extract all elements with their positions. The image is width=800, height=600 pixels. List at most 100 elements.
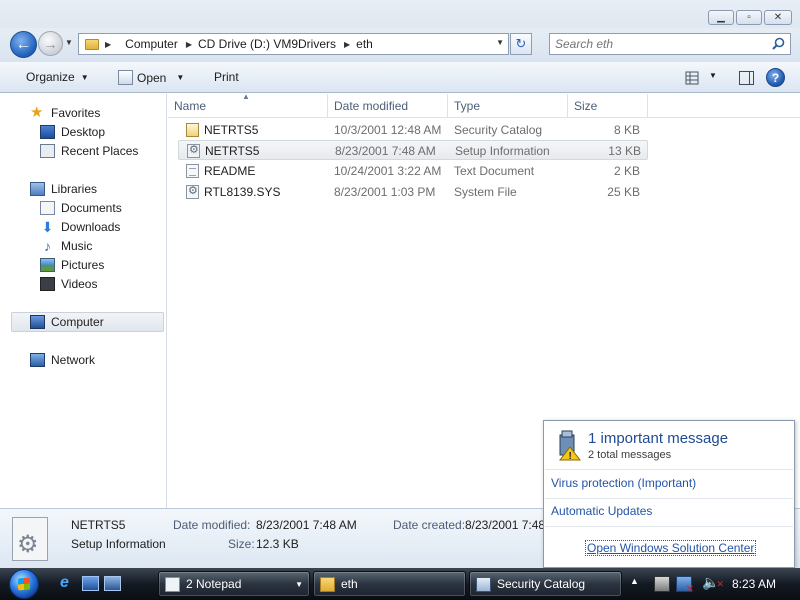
views-dropdown-icon[interactable]: ▼ — [709, 71, 717, 80]
caption-buttons: ▁ ▫ ✕ — [708, 10, 792, 25]
column-size[interactable]: Size — [568, 94, 648, 118]
preview-pane-icon[interactable] — [739, 71, 754, 85]
address-bar[interactable]: ▶ Computer ▶ CD Drive (D:) VM9Drivers ▶ et… — [78, 33, 509, 55]
navigation-bar: ← → ▼ ▶ Computer ▶ CD Drive (D:) VM9Drive… — [0, 28, 800, 62]
open-solution-center-link[interactable]: Open Windows Solution Center — [585, 540, 757, 556]
notepad-icon — [165, 576, 180, 592]
views-icon[interactable] — [685, 71, 699, 85]
music-icon: ♪ — [44, 237, 51, 254]
open-icon — [118, 70, 133, 85]
nav-documents[interactable]: Documents — [40, 198, 122, 217]
breadcrumb-root-arrow[interactable]: ▶ — [105, 40, 119, 49]
network-disconnected-icon[interactable] — [676, 576, 694, 595]
group-dropdown-icon: ▼ — [295, 580, 303, 589]
taskbar-security-catalog-button[interactable]: Security Catalog — [469, 571, 622, 597]
organize-button[interactable]: Organize ▼ — [26, 70, 89, 84]
security-warning-icon: ! — [558, 430, 582, 461]
clock[interactable]: 8:23 AM — [732, 577, 776, 591]
search-input[interactable] — [555, 34, 765, 54]
column-type[interactable]: Type — [448, 94, 568, 118]
forward-button[interactable]: → — [38, 31, 63, 56]
details-date-created-label: Date created: — [393, 518, 466, 532]
breadcrumb-computer[interactable]: Computer ▶ — [125, 37, 192, 51]
details-file-name: NETRTS5 — [71, 518, 126, 532]
setup-info-large-icon — [12, 517, 48, 561]
pictures-icon — [40, 257, 55, 272]
start-button[interactable] — [4, 568, 44, 600]
column-header: Name ▲ Date modified Type Size — [168, 92, 800, 118]
nav-downloads[interactable]: ⬇ Downloads — [40, 217, 121, 236]
action-center-flag-icon[interactable] — [654, 576, 670, 592]
command-bar: Organize ▼ Open ▼ Print ▼ ? — [0, 62, 800, 93]
search-icon[interactable] — [772, 37, 785, 50]
nav-music[interactable]: ♪ Music — [40, 236, 92, 255]
divider — [545, 469, 793, 470]
title-bar[interactable]: ▁ ▫ ✕ — [0, 0, 800, 30]
balloon-subtitle: 2 total messages — [588, 449, 672, 461]
documents-icon — [40, 200, 55, 215]
automatic-updates-link[interactable]: Automatic Updates — [551, 504, 652, 518]
divider — [545, 498, 793, 499]
taskbar: e 2 Notepad ▼ eth Security Catalog ▲ 🔈 8… — [0, 568, 800, 600]
details-date-modified-label: Date modified: — [173, 518, 251, 532]
divider — [545, 526, 793, 527]
windows-logo-icon — [9, 569, 39, 599]
minimize-button[interactable]: ▁ — [708, 10, 734, 25]
nav-desktop[interactable]: Desktop — [40, 122, 105, 141]
breadcrumb-cd-drive[interactable]: CD Drive (D:) VM9Drivers ▶ — [198, 37, 350, 51]
details-file-type: Setup Information — [71, 537, 166, 551]
balloon-title: 1 important message — [588, 430, 729, 447]
virus-protection-link[interactable]: Virus protection (Important) — [551, 476, 696, 490]
recent-pages-dropdown[interactable]: ▼ — [65, 38, 73, 47]
close-button[interactable]: ✕ — [764, 10, 792, 25]
catalog-icon — [186, 123, 199, 137]
column-name[interactable]: Name ▲ — [168, 92, 328, 118]
action-center-balloon[interactable]: ! 1 important message 2 total messages V… — [543, 420, 795, 568]
back-button[interactable]: ← — [10, 31, 37, 58]
recent-places-icon — [40, 143, 55, 158]
taskbar-explorer-button[interactable]: eth — [313, 571, 466, 597]
print-button[interactable]: Print — [214, 70, 239, 84]
address-dropdown-icon[interactable]: ▼ — [496, 38, 504, 47]
nav-videos[interactable]: Videos — [40, 274, 97, 293]
security-catalog-icon — [476, 576, 491, 592]
file-row-selected[interactable]: NETRTS5 8/23/2001 7:48 AM Setup Informat… — [178, 140, 648, 160]
column-date-modified[interactable]: Date modified — [328, 94, 448, 118]
sort-ascending-icon: ▲ — [242, 92, 250, 101]
folder-icon — [320, 576, 335, 592]
refresh-button[interactable]: ↻ — [510, 33, 532, 55]
libraries-icon — [30, 181, 45, 196]
videos-icon — [40, 276, 55, 291]
maximize-button[interactable]: ▫ — [736, 10, 762, 25]
svg-text:!: ! — [569, 451, 572, 461]
navigation-pane: ★ Favorites Desktop Recent Places Librar… — [0, 94, 167, 508]
internet-explorer-icon[interactable]: e — [60, 574, 77, 591]
show-desktop-icon[interactable] — [82, 576, 99, 591]
details-size-label: Size: — [228, 537, 255, 551]
search-box — [549, 33, 791, 55]
nav-network[interactable]: Network — [30, 350, 95, 369]
switch-windows-icon[interactable] — [104, 576, 121, 591]
downloads-icon: ⬇ — [41, 218, 54, 235]
show-hidden-icons-icon[interactable]: ▲ — [630, 576, 639, 586]
desktop-icon — [40, 124, 55, 139]
file-row[interactable]: README 10/24/2001 3:22 AM Text Document … — [178, 161, 648, 181]
nav-computer[interactable]: Computer — [30, 312, 104, 331]
file-row[interactable]: NETRTS5 10/3/2001 12:48 AM Security Cata… — [178, 120, 648, 140]
file-row[interactable]: RTL8139.SYS 8/23/2001 1:03 PM System Fil… — [178, 182, 648, 202]
volume-muted-icon[interactable]: 🔈 — [702, 574, 724, 590]
open-button[interactable]: Open ▼ — [118, 70, 184, 85]
nav-favorites[interactable]: ★ Favorites — [30, 103, 100, 122]
setup-info-icon — [187, 143, 200, 158]
nav-libraries[interactable]: Libraries — [30, 179, 97, 198]
text-document-icon — [186, 164, 199, 178]
details-date-created: 8/23/2001 7:48 — [465, 518, 546, 532]
nav-pictures[interactable]: Pictures — [40, 255, 104, 274]
details-size: 12.3 KB — [256, 537, 299, 551]
breadcrumb-eth[interactable]: eth — [356, 37, 373, 51]
computer-icon — [30, 314, 45, 329]
folder-icon — [85, 38, 99, 50]
taskbar-notepad-button[interactable]: 2 Notepad ▼ — [158, 571, 310, 597]
nav-recent-places[interactable]: Recent Places — [40, 141, 138, 160]
help-icon[interactable]: ? — [766, 68, 785, 87]
